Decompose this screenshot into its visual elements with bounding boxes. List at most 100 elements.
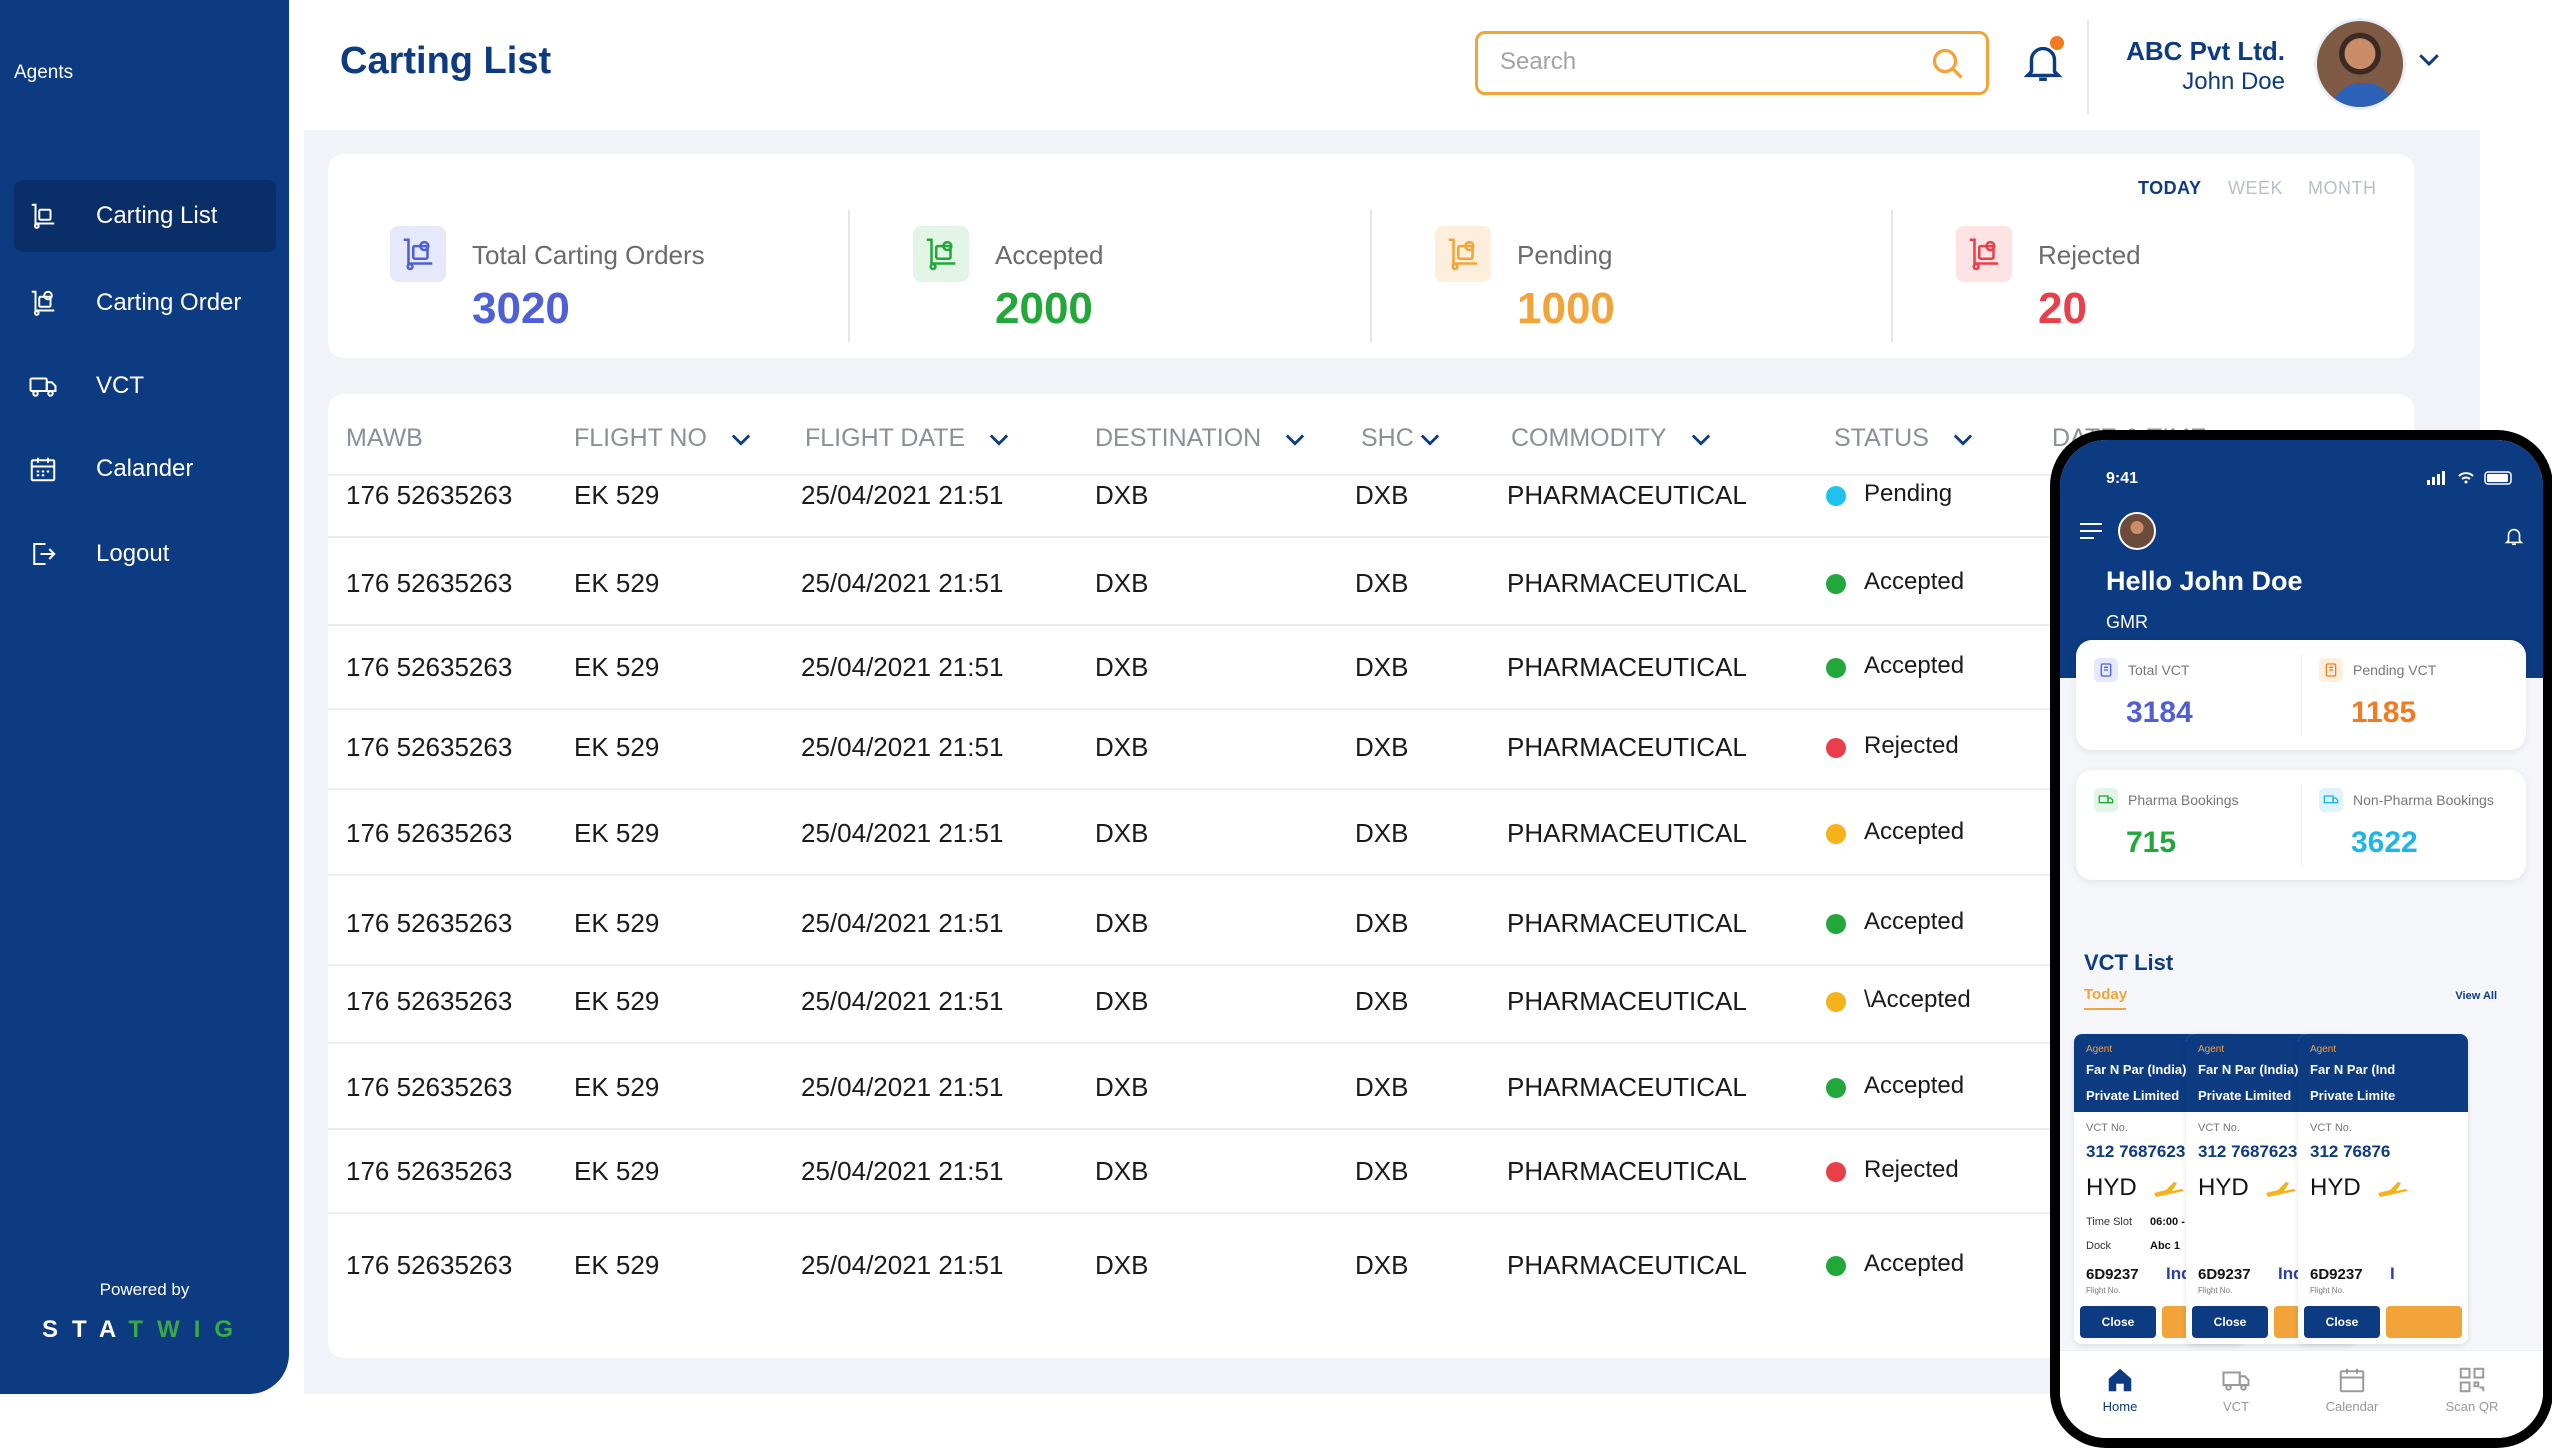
cell-dest: DXB [1095, 986, 1149, 1016]
flight-number: 6D9237 [2086, 1266, 2139, 1283]
phone-mockup: 9:41 Hello John Doe GMR Total VCT 3184 P… [2050, 430, 2552, 1448]
view-all-link[interactable]: View All [2455, 990, 2497, 1002]
total-vct: Total VCT 3184 [2076, 640, 2301, 750]
nav-vct[interactable]: VCT [2196, 1365, 2276, 1414]
plane-icon [2266, 1182, 2296, 1197]
sidebar-item-calendar[interactable]: Calander [14, 433, 276, 505]
chevron-down-icon [1953, 434, 1973, 446]
cell-flight: EK 529 [574, 1072, 660, 1102]
document-icon [2319, 658, 2343, 682]
stat-value: 2000 [995, 284, 1093, 333]
bell-icon[interactable] [2503, 524, 2525, 548]
chevron-down-icon[interactable] [2414, 44, 2444, 74]
vct-agent-name-2: Private Limited [2086, 1088, 2180, 1103]
cart-icon [913, 226, 969, 282]
status-dot [1826, 738, 1846, 758]
period-month[interactable]: MONTH [2308, 178, 2377, 199]
avatar[interactable] [2118, 512, 2156, 550]
cell-dest: DXB [1095, 480, 1149, 510]
stat-divider [848, 210, 850, 342]
close-button[interactable]: Close [2192, 1306, 2268, 1338]
notification-bell[interactable] [2020, 36, 2066, 88]
sidebar-item-label: Carting List [96, 202, 218, 229]
vct-no-label: VCT No. [2310, 1122, 2352, 1134]
plane-icon [2154, 1182, 2184, 1197]
truck-icon [2222, 1371, 2250, 1391]
nav-home[interactable]: Home [2080, 1365, 2160, 1414]
column-header-commodity[interactable]: COMMODITY [1511, 424, 1715, 453]
sidebar-item-logout[interactable]: Logout [14, 518, 276, 590]
cell-date: 25/04/2021 21:51 [801, 652, 1004, 682]
cell-dest: DXB [1095, 732, 1149, 762]
column-header-flight-date[interactable]: FLIGHT DATE [805, 424, 1013, 453]
cell-dest: DXB [1095, 818, 1149, 848]
cell-date: 25/04/2021 21:51 [801, 480, 1004, 510]
cell-commodity: PHARMACEUTICAL [1507, 568, 1747, 598]
sidebar-top-label: Agents [14, 62, 74, 83]
header-divider [2087, 20, 2089, 114]
cell-mawb: 176 52635263 [346, 652, 513, 682]
truck-icon [26, 369, 60, 403]
status-badge: Pending [1864, 480, 1953, 507]
cell-flight: EK 529 [574, 568, 660, 598]
column-header-destination[interactable]: DESTINATION [1095, 424, 1309, 453]
plane-icon [2378, 1182, 2408, 1197]
edit-button[interactable] [2386, 1306, 2462, 1338]
qr-icon [2459, 1367, 2485, 1393]
dock-value: Abc 1 [2150, 1240, 2180, 1252]
powered-by-label: Powered by [99, 1280, 190, 1299]
cell-commodity: PHARMACEUTICAL [1507, 818, 1747, 848]
status-dot [1826, 824, 1846, 844]
cell-date: 25/04/2021 21:51 [801, 1072, 1004, 1102]
search-icon[interactable] [1930, 46, 1966, 82]
vct-card[interactable]: Agent Far N Par (Ind Private Limite VCT No.… [2298, 1034, 2468, 1344]
period-today[interactable]: TODAY [2138, 178, 2202, 199]
cell-commodity: PHARMACEUTICAL [1507, 986, 1747, 1016]
period-week[interactable]: WEEK [2228, 178, 2283, 199]
cell-date: 25/04/2021 21:51 [801, 908, 1004, 938]
nav-scan-qr[interactable]: Scan QR [2432, 1365, 2512, 1414]
column-header-shc[interactable]: SHC [1361, 424, 1444, 453]
status-dot [1826, 914, 1846, 934]
vct-agent-name: Far N Par (India) [2086, 1062, 2187, 1077]
cell-commodity: PHARMACEUTICAL [1507, 732, 1747, 762]
sidebar-item-carting-order[interactable]: Carting Order [14, 267, 276, 339]
nav-calendar[interactable]: Calendar [2312, 1365, 2392, 1414]
app-window: { "sidebar": { "top_label": "Agents", "i… [0, 0, 2552, 1448]
column-header-flight-no[interactable]: FLIGHT NO [574, 424, 755, 453]
tab-today[interactable]: Today [2084, 986, 2127, 1003]
sidebar-item-label: Calander [96, 455, 194, 482]
chevron-down-icon [990, 434, 1009, 446]
vct-origin: HYD [2310, 1174, 2361, 1201]
cell-dest: DXB [1095, 568, 1149, 598]
phone-stats-card: Total VCT 3184 Pending VCT 1185 [2076, 640, 2526, 750]
avatar[interactable] [2314, 18, 2406, 110]
cell-date: 25/04/2021 21:51 [801, 732, 1004, 762]
time-slot-label: Time Slot [2086, 1216, 2133, 1228]
cell-flight: EK 529 [574, 818, 660, 848]
phone-bookings-card: Pharma Bookings 715 Non-Pharma Bookings … [2076, 770, 2526, 880]
pharma-bookings: Pharma Bookings 715 [2076, 770, 2301, 880]
cell-mawb: 176 52635263 [346, 732, 513, 762]
airline-logo: I [2390, 1264, 2395, 1283]
status-dot [1826, 486, 1846, 506]
status-badge: Rejected [1864, 1156, 1959, 1183]
phone-time: 9:41 [2106, 470, 2139, 487]
cell-mawb: 176 52635263 [346, 818, 513, 848]
sidebar-item-carting-list[interactable]: Carting List [14, 180, 276, 252]
column-header-status[interactable]: STATUS [1834, 424, 1977, 453]
cell-dest: DXB [1095, 652, 1149, 682]
cell-commodity: PHARMACEUTICAL [1507, 652, 1747, 682]
search-input[interactable] [1500, 34, 1920, 90]
status-badge: \Accepted [1864, 986, 1971, 1013]
home-icon [2108, 1368, 2132, 1392]
close-button[interactable]: Close [2304, 1306, 2380, 1338]
phone-stat-label: Non-Pharma Bookings [2353, 792, 2494, 808]
tab-underline [2084, 1008, 2126, 1010]
hamburger-menu-icon[interactable] [2080, 522, 2102, 540]
vct-no-label: VCT No. [2086, 1122, 2128, 1134]
sidebar-item-vct[interactable]: VCT [14, 350, 276, 422]
close-button[interactable]: Close [2080, 1306, 2156, 1338]
search-box[interactable] [1475, 31, 1989, 95]
cell-date: 25/04/2021 21:51 [801, 818, 1004, 848]
